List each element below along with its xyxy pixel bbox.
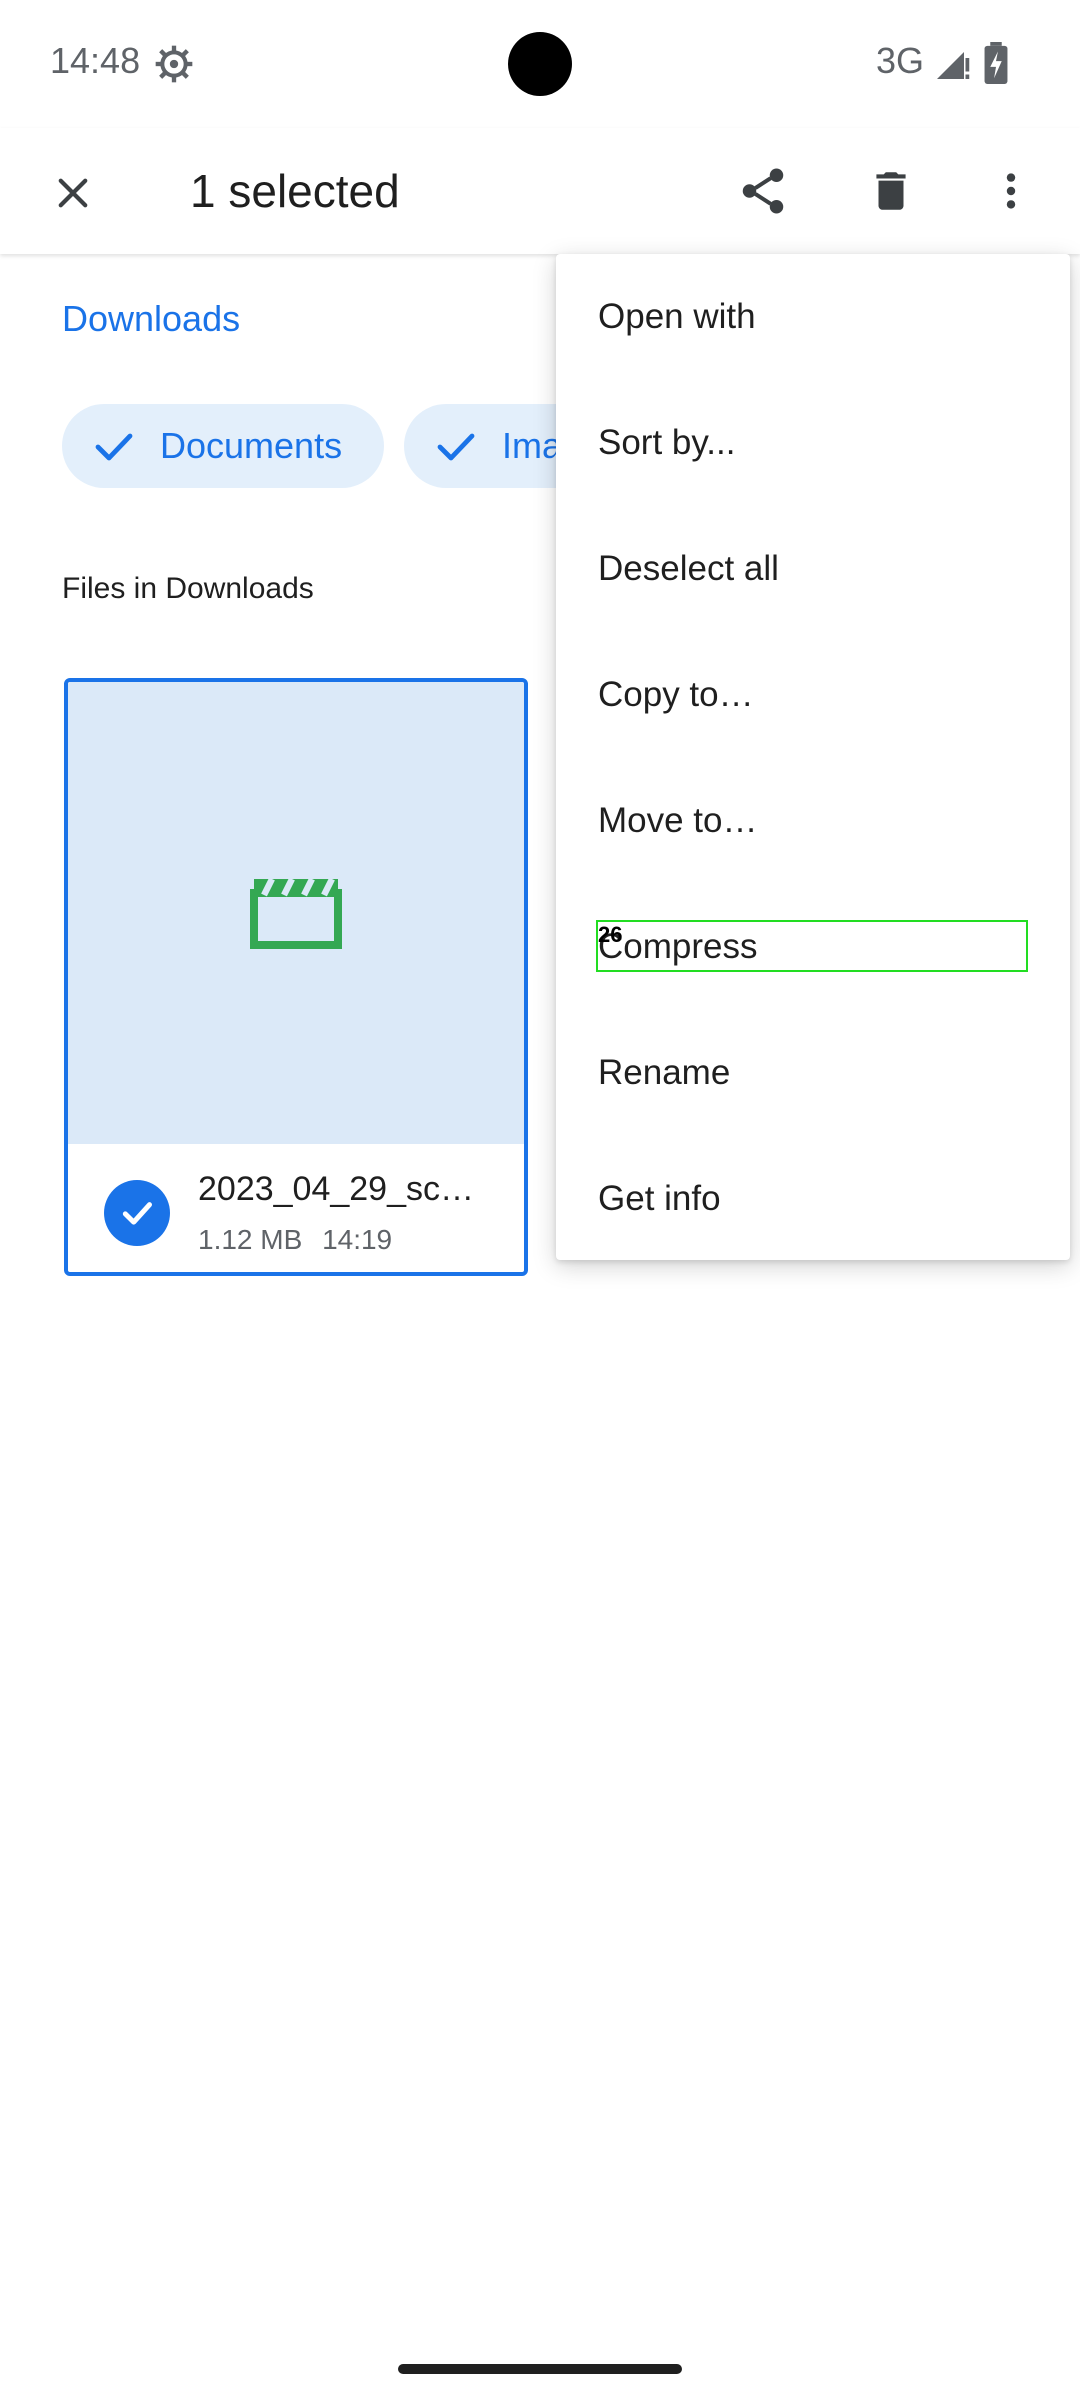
chip-documents-label: Documents [160, 425, 343, 466]
file-time: 14:19 [322, 1224, 393, 1255]
status-time: 14:48 [50, 40, 141, 81]
breadcrumb-downloads[interactable]: Downloads [62, 298, 240, 340]
more-vert-icon [1006, 173, 1016, 209]
chip-images-label: Ima [502, 425, 563, 466]
menu-item-label: Copy to… [598, 675, 754, 714]
share-button[interactable] [728, 156, 798, 226]
check-icon [122, 1202, 152, 1225]
file-card[interactable]: 2023_04_29_sc… 1.12 MB 14:19 [64, 678, 528, 1276]
menu-item-label: Get info [598, 1179, 721, 1218]
delete-button[interactable] [856, 156, 926, 226]
menu-item-label: Rename [598, 1053, 731, 1092]
menu-item-move-to[interactable]: Move to… [556, 758, 1070, 884]
more-options-button[interactable] [976, 156, 1046, 226]
menu-item-label: Move to… [598, 801, 758, 840]
menu-item-deselect-all[interactable]: Deselect all [556, 506, 1070, 632]
trash-icon [876, 172, 906, 210]
camera-cutout [508, 32, 572, 96]
menu-item-copy-to[interactable]: Copy to… [556, 632, 1070, 758]
selection-app-bar: 1 selected [0, 128, 1080, 254]
menu-item-open-with[interactable]: Open with [556, 254, 1070, 380]
selection-title: 1 selected [190, 165, 400, 217]
selected-checkmark[interactable] [104, 1180, 170, 1246]
chip-documents[interactable]: Documents [62, 404, 384, 488]
status-bar: 14:48 3G [0, 0, 1080, 128]
menu-item-rename[interactable]: Rename [556, 1010, 1070, 1136]
battery-charging-icon [984, 42, 1008, 84]
close-selection-button[interactable] [38, 158, 108, 228]
overflow-menu: Open with Sort by... Deselect all Copy t… [556, 254, 1070, 1260]
movie-clapperboard-icon [250, 877, 342, 949]
menu-item-sort-by[interactable]: Sort by... [556, 380, 1070, 506]
highlight-number: 26 [598, 922, 623, 947]
menu-item-label: Sort by... [598, 423, 736, 462]
close-icon [58, 178, 88, 208]
signal-icon [937, 52, 970, 79]
menu-item-get-info[interactable]: Get info [556, 1136, 1070, 1262]
file-meta: 1.12 MB 14:19 [198, 1224, 392, 1256]
check-icon [95, 433, 133, 461]
network-type: 3G [876, 40, 925, 81]
settings-gear-icon [155, 45, 193, 83]
gesture-nav-handle[interactable] [398, 2364, 682, 2374]
menu-item-label: Deselect all [598, 549, 779, 588]
section-title: Files in Downloads [62, 572, 314, 605]
check-icon [437, 433, 475, 461]
menu-item-label: Open with [598, 297, 756, 336]
file-size: 1.12 MB [198, 1224, 303, 1255]
file-name: 2023_04_29_sc… [198, 1170, 475, 1208]
share-icon [742, 168, 784, 214]
element-highlight-box: 26 [596, 920, 1028, 972]
file-thumbnail [68, 682, 524, 1144]
